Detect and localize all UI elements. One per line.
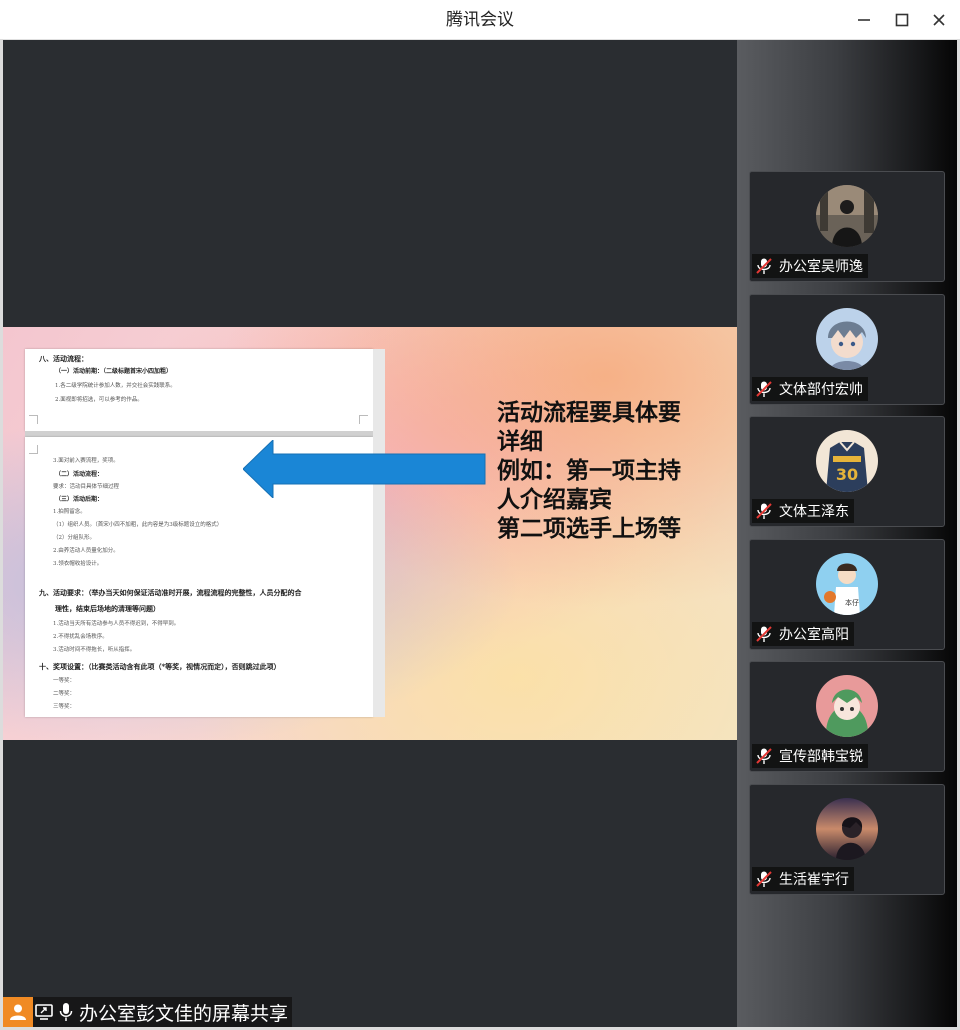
mic-muted-icon xyxy=(752,744,776,768)
doc-line: （三）活动后期： xyxy=(55,496,104,503)
minimize-button[interactable] xyxy=(846,0,882,39)
doc-line: 1.活动当天所有活动参与人员不得迟到，不得早到。 xyxy=(53,621,180,627)
doc-line: （2）分組队形。 xyxy=(53,535,95,541)
avatar xyxy=(816,185,878,247)
participant-tile[interactable]: 30 文体王泽东 xyxy=(749,416,945,527)
annotation-line: 第二项选手上场等 xyxy=(497,516,681,542)
participant-namebar: 文体王泽东 xyxy=(752,499,854,523)
mic-muted-icon xyxy=(752,499,776,523)
mic-muted-icon xyxy=(752,377,776,401)
document-scrollbar xyxy=(373,349,385,717)
svg-text:30: 30 xyxy=(836,465,858,484)
doc-line: 2.由养活动人员量化加分。 xyxy=(53,548,119,554)
participant-tile[interactable]: 办公室吴师逸 xyxy=(749,171,945,282)
mic-muted-icon xyxy=(752,622,776,646)
page-corner-mark xyxy=(359,415,368,424)
share-status-bar: 办公室彭文佳的屏幕共享 xyxy=(3,997,293,1027)
doc-line: 十、奖项设置：（比赛类活动含有此项（*等奖，视情况而定），否则跳过此项） xyxy=(39,662,281,671)
maximize-button[interactable] xyxy=(884,0,920,39)
participant-tile[interactable]: 文体部付宏帅 xyxy=(749,294,945,405)
doc-line: （1）组织人员。（首宋小四不加粗，此内容是为3级标题设立的格式） xyxy=(53,522,223,528)
avatar xyxy=(816,675,878,737)
maximize-icon xyxy=(895,13,909,26)
doc-line: 1.各二级学院统计参加人数，并交社会实践联系。 xyxy=(55,383,176,389)
share-label: 办公室彭文佳的屏幕共享 xyxy=(79,1002,289,1025)
avatar xyxy=(816,798,878,860)
doc-line: 理性，结束后场地的清理等问题） xyxy=(55,604,160,613)
slide-annotation: 活动流程要具体要 详细 例如：第一项主持 人介绍嘉宾 第二项选手上场等 xyxy=(497,399,727,544)
mic-icon xyxy=(55,997,77,1027)
doc-line: 八、活动流程： xyxy=(39,354,88,363)
doc-line: 2.面视即将招选，可以参考的作品。 xyxy=(55,397,143,403)
participant-name: 宣传部韩宝锐 xyxy=(779,749,863,765)
participant-name: 生活崔宇行 xyxy=(779,872,849,888)
participants-panel: 办公室吴师逸 文体部付宏帅 30 文体王泽东 本仔 办公室高阳 宣传部韩宝锐 生… xyxy=(737,40,957,1027)
participant-name: 办公室高阳 xyxy=(779,627,849,643)
participant-namebar: 办公室吴师逸 xyxy=(752,254,868,278)
doc-line: 要求：活动目具体节细过程 xyxy=(53,484,120,490)
screen-share-area[interactable]: 八、活动流程： （一）活动前期：（二级标题首宋小四加粗） 1.各二级学院统计参加… xyxy=(3,40,737,1027)
doc-line: 二等奖： xyxy=(53,691,76,697)
svg-text:本仔: 本仔 xyxy=(845,598,859,607)
left-arrow-icon xyxy=(243,440,486,498)
mic-muted-icon xyxy=(752,254,776,278)
doc-line: 3.领衣帽收拾设计。 xyxy=(53,561,103,567)
screen-share-icon xyxy=(33,997,55,1027)
annotation-line: 人介绍嘉宾 xyxy=(497,487,612,513)
doc-line: 3.活动时间不得拖长，听从指挥。 xyxy=(53,647,136,653)
annotation-line: 活动流程要具体要 xyxy=(497,400,681,426)
mic-muted-icon xyxy=(752,867,776,891)
doc-line: （二）活动流程： xyxy=(55,471,104,478)
participant-tile[interactable]: 宣传部韩宝锐 xyxy=(749,661,945,772)
annotation-line: 例如：第一项主持 xyxy=(497,458,681,484)
avatar xyxy=(816,308,878,370)
avatar: 本仔 xyxy=(816,553,878,615)
doc-line: 1.拍照留念。 xyxy=(53,509,86,515)
page-corner-mark xyxy=(29,415,38,424)
doc-line: 3.面对前入赛流程，奖项。 xyxy=(53,458,119,464)
page-corner-mark xyxy=(29,445,38,454)
doc-line: （一）活动前期：（二级标题首宋小四加粗） xyxy=(55,368,173,375)
doc-line: 九、活动要求：（举办当天如何保证活动准时开展，流程流程的完整性，人员分配的合 xyxy=(39,588,302,597)
participant-name: 文体部付宏帅 xyxy=(779,382,863,398)
participant-namebar: 宣传部韩宝锐 xyxy=(752,744,868,768)
participant-namebar: 办公室高阳 xyxy=(752,622,854,646)
close-button[interactable] xyxy=(921,0,957,39)
participant-tile[interactable]: 生活崔宇行 xyxy=(749,784,945,895)
close-icon xyxy=(933,13,945,26)
window-title: 腾讯会议 xyxy=(446,10,514,30)
participant-namebar: 生活崔宇行 xyxy=(752,867,854,891)
title-bar: 腾讯会议 xyxy=(0,0,960,40)
shared-slide: 八、活动流程： （一）活动前期：（二级标题首宋小四加粗） 1.各二级学院统计参加… xyxy=(3,327,737,740)
annotation-line: 详细 xyxy=(497,429,543,455)
document-page-1: 八、活动流程： （一）活动前期：（二级标题首宋小四加粗） 1.各二级学院统计参加… xyxy=(25,349,373,431)
participant-name: 文体王泽东 xyxy=(779,504,849,520)
minimize-icon xyxy=(858,18,870,21)
doc-line: 2.不得扰乱会场秩序。 xyxy=(53,634,108,640)
doc-line: 三等奖： xyxy=(53,704,76,710)
participant-tile[interactable]: 本仔 办公室高阳 xyxy=(749,539,945,650)
person-icon xyxy=(3,997,33,1027)
participant-namebar: 文体部付宏帅 xyxy=(752,377,868,401)
doc-line: 一等奖： xyxy=(53,678,76,684)
avatar: 30 xyxy=(816,430,878,492)
participant-name: 办公室吴师逸 xyxy=(779,259,863,275)
